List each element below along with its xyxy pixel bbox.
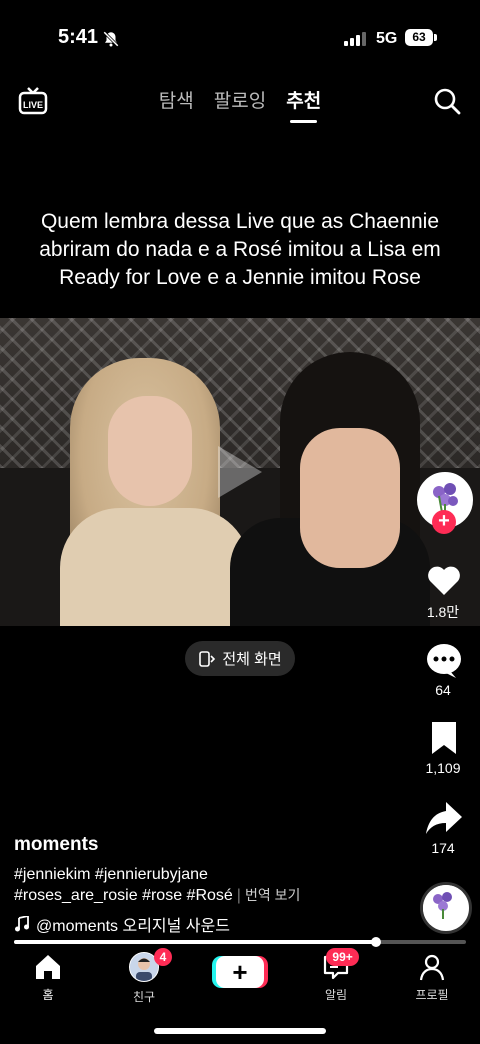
person-left-body — [60, 508, 250, 626]
nav-profile-label: 프로필 — [415, 988, 449, 1002]
status-time: 5:41 — [58, 26, 99, 48]
person-left-face — [108, 396, 192, 506]
inbox-badge: 99+ — [326, 948, 359, 966]
bottom-nav: 홈 친구 4 + 알림 99+ 프로필 — [0, 948, 480, 1010]
nav-home[interactable]: 홈 — [0, 950, 96, 1010]
top-tabs: 탐색 팔로잉 추천 — [0, 86, 480, 123]
translate-link[interactable]: 번역 보기 — [245, 887, 300, 903]
profile-icon — [419, 954, 445, 981]
hashtags-line-2[interactable]: #roses_are_rosie #rose #Rosé — [14, 887, 233, 904]
hashtags: #jenniekim #jennierubyjane #roses_are_ro… — [14, 864, 300, 906]
fullscreen-label: 전체 화면 — [222, 651, 282, 668]
plus-icon: + — [232, 957, 248, 987]
progress-handle[interactable] — [371, 937, 381, 947]
nav-home-label: 홈 — [42, 988, 54, 1002]
create-button[interactable]: + — [216, 956, 264, 988]
signal-icon — [344, 32, 366, 46]
hashtags-line-2-row: #roses_are_rosie #rose #Rosé | 번역 보기 — [14, 885, 300, 906]
nav-profile[interactable]: 프로필 — [384, 950, 480, 1010]
bookmark-icon[interactable] — [424, 718, 464, 758]
sound-row[interactable]: @moments 오리지널 사운드 — [14, 912, 230, 936]
sound-name: @moments 오리지널 사운드 — [36, 918, 230, 935]
nav-friends[interactable]: 친구 4 — [96, 948, 192, 1010]
battery-icon: 63 — [405, 29, 433, 46]
sound-disc[interactable] — [420, 882, 472, 934]
tab-for-you[interactable]: 추천 — [286, 86, 321, 123]
heart-icon[interactable] — [424, 560, 464, 600]
fullscreen-icon — [199, 650, 216, 667]
like-count: 1.8만 — [426, 604, 460, 620]
nav-create[interactable]: + — [192, 950, 288, 1010]
search-icon[interactable] — [432, 86, 462, 116]
video-caption: Quem lembra dessa Live que as Chaennie a… — [39, 210, 441, 289]
nav-inbox-label: 알림 — [324, 988, 348, 1002]
friends-badge: 4 — [153, 948, 173, 966]
play-icon[interactable] — [214, 442, 266, 502]
network-type: 5G — [376, 30, 398, 47]
username[interactable]: moments — [14, 834, 98, 856]
share-icon[interactable] — [424, 798, 464, 838]
tab-explore[interactable]: 탐색 — [159, 86, 194, 113]
bell-off-icon — [103, 31, 119, 47]
home-icon — [36, 955, 60, 979]
follow-button[interactable]: + — [432, 510, 456, 534]
person-right-hands — [300, 428, 400, 568]
progress-fill — [14, 940, 376, 944]
comment-icon[interactable] — [424, 640, 464, 680]
nav-friends-label: 친구 — [132, 990, 156, 1004]
fullscreen-button[interactable]: 전체 화면 — [185, 641, 295, 676]
hashtags-line-1[interactable]: #jenniekim #jennierubyjane — [14, 864, 300, 885]
battery-tip — [434, 34, 437, 41]
comment-count: 64 — [435, 682, 451, 698]
home-indicator — [154, 1028, 326, 1034]
tab-following[interactable]: 팔로잉 — [214, 86, 266, 113]
separator: | — [236, 887, 241, 904]
nav-inbox[interactable]: 알림 99+ — [288, 948, 384, 1010]
music-note-icon — [15, 916, 29, 932]
sound-disc-image — [423, 885, 463, 925]
video-player[interactable] — [0, 318, 480, 626]
share-count: 174 — [431, 840, 455, 856]
save-count: 1,109 — [425, 760, 461, 776]
